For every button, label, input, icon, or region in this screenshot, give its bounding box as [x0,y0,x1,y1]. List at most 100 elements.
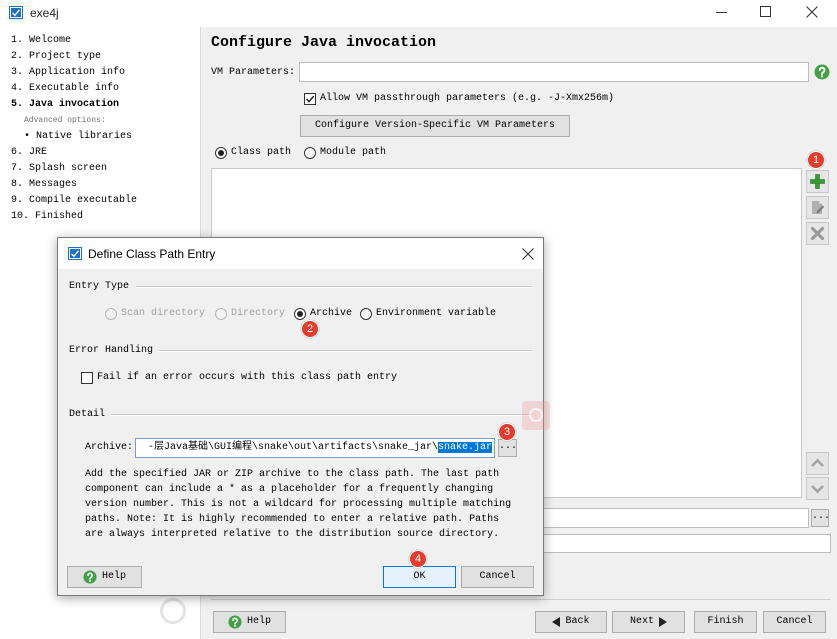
back-button-label: Back [565,616,590,627]
entry-type-divider [136,286,532,288]
step-marker-4: 4 [409,550,427,568]
configure-version-specific-button[interactable]: Configure Version-Specific VM Parameters [300,115,570,137]
vm-parameters-input[interactable] [299,62,809,82]
watermark-decoration [522,401,550,430]
arrow-right-icon [659,617,667,627]
dialog-help-button[interactable]: Help [67,566,142,588]
description-line: version number. This is not a wildcard f… [85,499,512,510]
help-icon [228,615,242,629]
arrow-left-icon [552,617,561,627]
advanced-options-heading: Advanced options: [24,116,106,125]
vm-parameters-label: VM Parameters: [211,67,296,78]
step-executable-info[interactable]: 4. Executable info [11,83,119,95]
step-marker-3: 3 [498,423,516,441]
radio-class-path[interactable]: Class path [215,147,291,159]
archive-path-input[interactable]: -层Java基础\GUI编程\snake\out\artifacts\snake… [135,438,495,458]
window-titlebar: exe4j [0,0,837,27]
step-splash-screen[interactable]: 7. Splash screen [11,163,107,175]
radio-scan-directory[interactable]: Scan directory [105,308,205,320]
remove-icon [810,226,825,241]
remove-entry-button[interactable] [806,222,829,245]
radio-circle [294,308,306,320]
radio-archive[interactable]: Archive [294,308,352,320]
radio-environment-variable-label: Environment variable [376,308,497,319]
finish-button[interactable]: Finish [694,611,757,633]
cancel-button[interactable]: Cancel [763,611,826,633]
radio-module-path-label: Module path [320,147,387,158]
archive-path-text: -层Java基础\GUI编程\snake\out\artifacts\snake… [148,442,492,454]
radio-circle [215,147,227,159]
step-marker-1: 1 [807,151,825,169]
radio-circle [105,308,117,320]
step-application-info[interactable]: 3. Application info [11,67,125,79]
step-welcome[interactable]: 1. Welcome [11,35,71,47]
step-finished[interactable]: 10. Finished [11,211,83,223]
description-line: component can include a * as a placehold… [85,484,494,495]
chevron-down-icon [811,485,824,494]
next-button[interactable]: Next [612,611,685,633]
chevron-up-icon [811,458,824,467]
radio-circle [215,308,227,320]
watermark-logo [160,598,186,624]
minimize-icon[interactable] [716,12,727,13]
archive-description: Add the specified JAR or ZIP archive to … [85,467,511,542]
radio-class-path-label: Class path [231,147,292,158]
allow-passthrough-checkbox[interactable]: Allow VM passthrough parameters (e.g. -J… [304,93,614,105]
step-native-libraries[interactable]: • Native libraries [24,131,132,143]
description-line: are always interpreted relative to the d… [85,529,500,540]
step-messages[interactable]: 8. Messages [11,179,77,191]
step-java-invocation[interactable]: 5. Java invocation [11,99,119,111]
allow-passthrough-label: Allow VM passthrough parameters (e.g. -J… [320,93,615,104]
define-class-path-entry-dialog: Define Class Path Entry Entry Type Scan … [57,237,544,596]
nav-separator [211,599,831,600]
step-project-type[interactable]: 2. Project type [11,51,101,63]
radio-directory-label: Directory [231,308,286,319]
help-icon[interactable] [814,64,830,80]
add-entry-button[interactable] [806,170,829,193]
description-line: Add the specified JAR or ZIP archive to … [85,469,500,480]
ok-button[interactable]: OK [383,566,456,588]
plus-icon [810,174,825,189]
step-compile-executable[interactable]: 9. Compile executable [11,195,137,207]
exe4j-app-icon [68,247,82,260]
edit-entry-button[interactable] [806,196,829,219]
radio-circle [360,308,372,320]
exe4j-app-icon [9,6,23,19]
archive-path-prefix: -层Java基础\GUI编程\snake\out\artifacts\snake… [147,442,438,453]
archive-label: Archive: [85,442,134,453]
entry-type-heading: Entry Type [69,281,130,292]
dialog-cancel-button[interactable]: Cancel [461,566,534,588]
radio-scan-directory-label: Scan directory [121,308,206,319]
detail-divider [111,414,532,416]
help-icon [83,570,97,584]
radio-environment-variable[interactable]: Environment variable [360,308,496,320]
close-icon[interactable] [806,6,818,18]
archive-path-selection: snake.jar [437,442,492,453]
back-button[interactable]: Back [535,611,607,633]
radio-module-path[interactable]: Module path [304,147,386,159]
edit-icon [812,201,825,214]
error-handling-divider [159,350,532,352]
radio-directory[interactable]: Directory [215,308,285,320]
fail-on-error-label: Fail if an error occurs with this class … [97,372,398,383]
dialog-titlebar: Define Class Path Entry [58,238,543,269]
browse-button[interactable]: ... [811,509,830,527]
detail-heading: Detail [69,409,106,420]
step-jre[interactable]: 6. JRE [11,147,47,159]
dialog-help-label: Help [101,571,126,582]
archive-browse-button[interactable]: ... [498,439,517,457]
step-marker-2: 2 [301,320,319,338]
help-button[interactable]: Help [213,611,286,633]
maximize-icon[interactable] [760,6,771,17]
error-handling-heading: Error Handling [69,345,154,356]
move-down-button[interactable] [806,477,829,500]
move-up-button[interactable] [806,452,829,475]
close-icon[interactable] [522,248,534,260]
fail-on-error-checkbox[interactable]: Fail if an error occurs with this class … [81,372,397,384]
help-button-label: Help [246,616,271,627]
dialog-title: Define Class Path Entry [88,247,216,261]
radio-circle [304,147,316,159]
next-button-label: Next [629,616,654,627]
radio-archive-label: Archive [310,308,353,319]
page-title: Configure Java invocation [211,34,437,51]
